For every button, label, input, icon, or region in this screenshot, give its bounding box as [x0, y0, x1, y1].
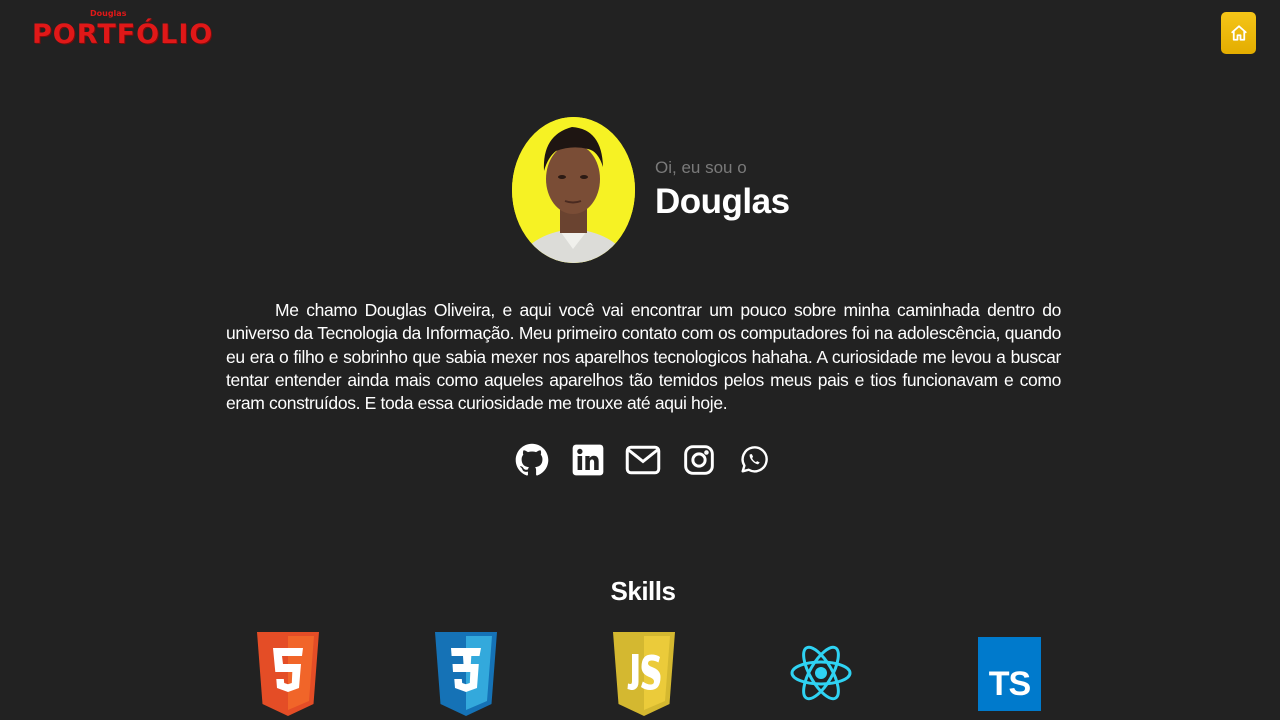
linkedin-link[interactable]: [568, 440, 608, 480]
profile-photo: [512, 117, 635, 263]
react-icon: [790, 645, 852, 701]
linkedin-icon: [572, 444, 604, 476]
email-link[interactable]: [623, 440, 663, 480]
home-button[interactable]: [1221, 12, 1256, 54]
bio-paragraph: Me chamo Douglas Oliveira, e aqui você v…: [226, 300, 1061, 414]
html5-icon: [257, 632, 319, 716]
javascript-icon: [613, 632, 675, 716]
home-icon: [1230, 25, 1247, 41]
github-link[interactable]: [512, 440, 552, 480]
whatsapp-link[interactable]: [734, 440, 774, 480]
whatsapp-icon: [741, 446, 768, 473]
instagram-link[interactable]: [679, 440, 719, 480]
logo[interactable]: Douglas PORTFÓLIO: [32, 8, 212, 56]
profile-name: Douglas: [655, 182, 790, 221]
css3-icon: [435, 632, 497, 716]
greeting-text: Oi, eu sou o: [655, 158, 747, 177]
skills-title: Skills: [610, 576, 676, 606]
social-links: [512, 440, 776, 480]
portfolio-page: Douglas PORTFÓLIO Oi, eu sou o Douglas M…: [0, 0, 1280, 720]
logo-title: PORTFÓLIO: [32, 19, 214, 50]
email-icon: [625, 445, 661, 475]
typescript-label: TS: [988, 664, 1031, 703]
profile-avatar: [512, 117, 635, 263]
github-icon: [515, 443, 549, 476]
instagram-icon: [684, 445, 714, 475]
logo-small-text: Douglas: [90, 9, 127, 18]
